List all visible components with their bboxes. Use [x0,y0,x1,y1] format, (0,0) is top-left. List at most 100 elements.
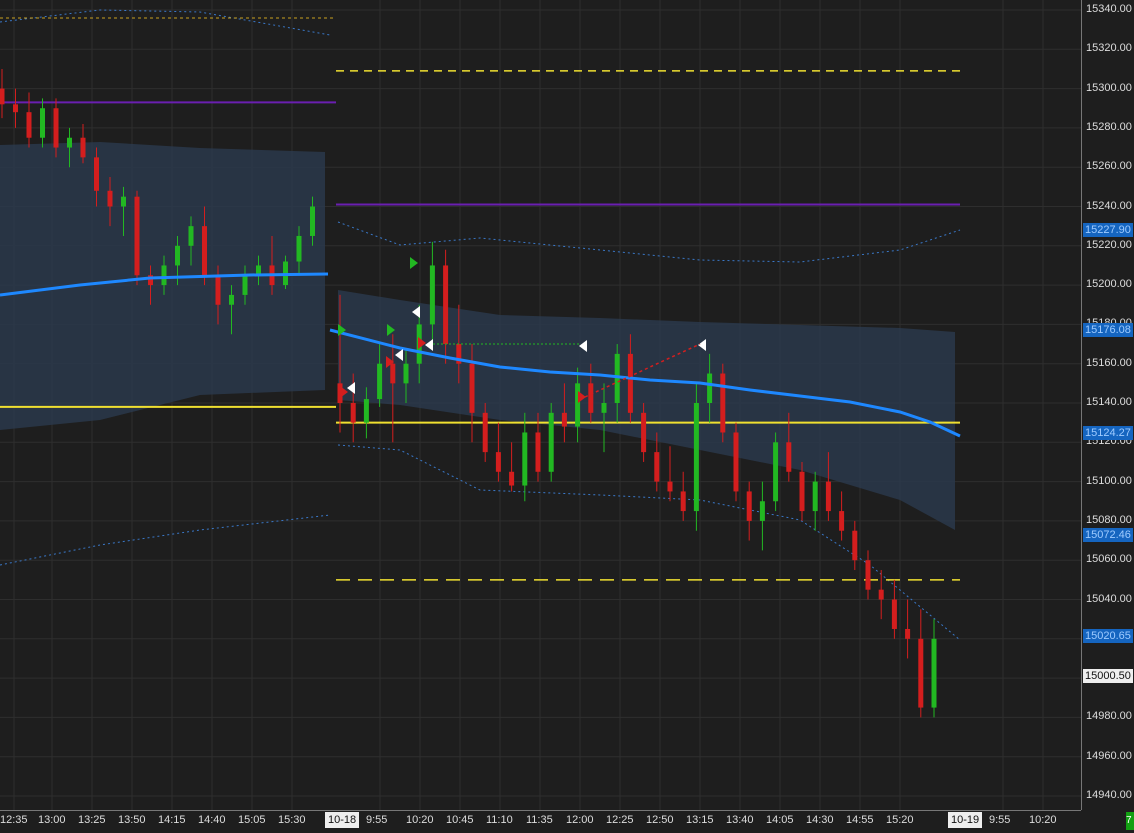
candle-body [134,196,140,276]
time-tick-label: 11:35 [526,814,553,826]
candle-body [495,452,501,472]
date-marker: 10-19 [948,812,983,828]
candle-body [733,432,739,492]
candle-body [641,412,647,453]
candle-body [390,363,396,384]
time-tick-label: 14:55 [846,814,874,826]
corner-badge: 7 [1126,812,1134,830]
candle-body [918,638,924,708]
price-tick-label: 15040.00 [1086,592,1132,605]
candle-body [720,373,726,433]
candle-body [469,363,475,413]
candle-body [627,353,633,413]
price-tick-label: 15160.00 [1086,356,1132,369]
candle-body [202,226,207,276]
candle-body [13,104,18,113]
time-tick-label: 10:20 [406,814,434,826]
candle-body [215,275,221,305]
candle-body [561,412,567,427]
price-axis[interactable]: 15340.00 15320.00 15300.00 15280.00 15260.00… [1081,0,1134,810]
candle-body [40,108,45,138]
price-tick-label: 15200.00 [1086,278,1132,291]
candle-body [654,452,660,482]
price-tick-label: 15100.00 [1086,474,1132,487]
candle-body [229,294,234,305]
time-tick-label: 15:05 [238,814,266,826]
candle-body [522,432,528,486]
candle-body [825,481,831,512]
candle-body [667,481,673,492]
price-tag: 15000.50 [1083,669,1133,683]
candle-body [601,403,607,413]
candle-body [905,628,911,639]
candle-body [310,206,315,236]
candle-body [94,157,99,191]
candle-body [188,226,194,246]
date-marker: 10-18 [325,812,360,828]
price-tick-label: 15220.00 [1086,238,1132,251]
time-tick-label: 10:20 [1029,814,1057,826]
candle-body [799,471,805,512]
time-tick-label: 15:20 [886,814,914,826]
time-tick-label: 13:15 [686,814,714,826]
candle-body [80,137,86,158]
price-tag: 15176.08 [1083,323,1133,337]
price-tick-label: 15240.00 [1086,199,1132,212]
time-axis[interactable]: 12:35 13:00 13:25 13:50 14:15 14:40 15:05 15:30… [0,810,1081,833]
time-tick-label: 13:50 [118,814,146,826]
candle-body [443,265,449,345]
price-tick-label: 15340.00 [1086,3,1132,15]
price-tag: 15124.27 [1083,426,1133,440]
time-tick-label: 12:00 [566,814,594,826]
candle-body [773,442,779,502]
candle-body [161,265,167,286]
candle-body [746,491,752,521]
candle-body [535,432,541,472]
candle-body [839,511,845,531]
candle-body [0,88,5,105]
price-tick-label: 15320.00 [1086,42,1132,55]
candle-body [548,412,554,472]
candle-body [680,491,686,512]
candle-body [759,501,765,521]
time-tick-label: 13:25 [78,814,106,826]
time-tick-label: 10:45 [446,814,474,826]
price-tick-label: 15280.00 [1086,120,1132,133]
time-tick-label: 12:50 [646,814,674,826]
time-tick-label: 12:25 [606,814,634,826]
candle-body [852,530,858,561]
price-tick-label: 15260.00 [1086,160,1132,173]
candle-body [242,275,248,295]
candle-body [377,363,383,400]
time-tick-label: 13:40 [726,814,754,826]
price-tag: 15072.46 [1083,528,1133,542]
candle-body [429,265,435,325]
candlestick-chart[interactable] [0,0,1081,810]
price-tick-label: 15300.00 [1086,81,1132,94]
candle-body [931,638,937,708]
time-tick-label: 12:35 [0,814,28,826]
candle-body [121,196,126,207]
candle-body [588,383,594,413]
candle-body [107,190,113,207]
candle-body [403,363,409,384]
candle-body [363,399,369,423]
price-tag: 15227.90 [1083,223,1133,237]
candle-body [707,373,713,403]
time-tick-label: 14:05 [766,814,794,826]
time-tick-label: 14:15 [158,814,186,826]
candle-body [786,442,792,472]
time-tick-label: 9:55 [989,814,1011,826]
time-tick-label: 14:40 [198,814,226,826]
price-tick-label: 14940.00 [1086,789,1132,801]
candle-body [482,412,488,453]
candle-body [350,403,356,423]
candle-body [175,245,180,266]
candle-body [891,599,897,629]
price-tag: 15020.65 [1083,629,1133,643]
candle-body [865,560,871,590]
candle-body [812,481,818,512]
price-tick-label: 14960.00 [1086,749,1132,762]
chart-area[interactable] [0,0,1134,832]
candle-body [509,471,515,486]
